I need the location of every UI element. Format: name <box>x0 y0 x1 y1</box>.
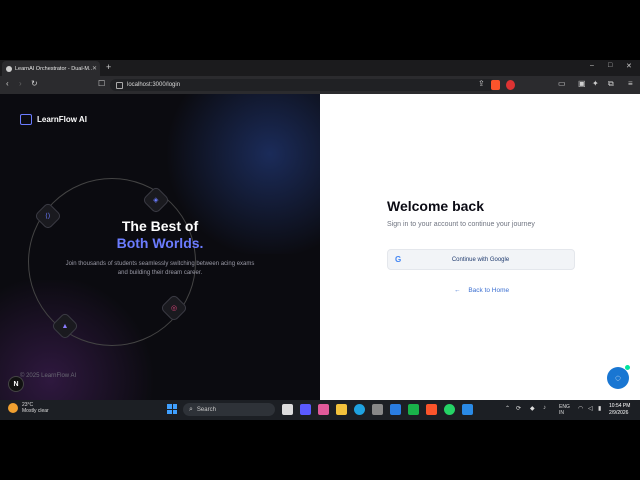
login-title: Welcome back <box>387 198 485 214</box>
url-text: localhost:3000/login <box>127 82 181 88</box>
hero-description: Join thousands of students seamlessly sw… <box>65 261 255 276</box>
reload-icon[interactable]: ↻ <box>31 79 38 88</box>
language-indicator[interactable]: ENG IN <box>559 404 570 416</box>
headline-line1: The Best of <box>121 218 199 234</box>
start-button[interactable] <box>167 404 177 414</box>
brave-shields-icon[interactable] <box>491 80 500 90</box>
settings-icon[interactable] <box>372 404 383 415</box>
login-panel: Welcome back Sign in to your account to … <box>320 94 640 400</box>
weather-widget[interactable]: 23°C Mostly clear <box>8 402 49 414</box>
forward-icon[interactable]: › <box>19 79 22 88</box>
copyright-text: © 2025 LearnFlow AI <box>20 373 77 379</box>
leo-icon[interactable]: ✦ <box>592 79 599 88</box>
hero-panel: LearnFlow AI ⟨⟩ ◈ ◎ ▲ The Best of Both W… <box>0 94 320 400</box>
file-explorer-icon[interactable] <box>336 404 347 415</box>
brave-taskbar-icon[interactable] <box>426 404 437 415</box>
edge-icon[interactable] <box>354 404 365 415</box>
robot-icon <box>20 114 32 125</box>
chat-online-dot <box>625 365 630 370</box>
menu-icon[interactable]: ≡ <box>628 79 633 88</box>
address-bar[interactable]: localhost:3000/login <box>110 79 496 91</box>
search-icon: ⌕ <box>189 405 193 413</box>
back-icon[interactable]: ‹ <box>6 79 9 88</box>
maximize-button[interactable]: □ <box>608 62 612 69</box>
taskbar-search[interactable]: ⌕ Search <box>183 403 275 416</box>
search-label: Search <box>196 406 216 413</box>
weather-desc: Mostly clear <box>22 408 49 414</box>
wifi-icon[interactable]: ◠ <box>578 405 583 412</box>
new-tab-button[interactable]: + <box>106 62 111 72</box>
tray-app-icon[interactable]: ◆ <box>530 405 535 412</box>
google-icon: G <box>395 255 402 264</box>
back-to-home-link[interactable]: ← Back to Home <box>454 287 509 294</box>
browser-chrome: LearnAI Orchestrator - Dual-M... ✕ + – □… <box>0 60 640 94</box>
minimize-button[interactable]: – <box>590 62 594 69</box>
vscode-icon[interactable] <box>462 404 473 415</box>
system-clock[interactable]: 10:54 PM 2/9/2026 <box>609 403 630 417</box>
store-icon[interactable] <box>390 404 401 415</box>
clock-date: 2/9/2026 <box>609 410 629 416</box>
weather-moon-icon <box>8 403 18 413</box>
favicon-icon <box>6 65 12 72</box>
google-signin-label: Continue with Google <box>451 256 510 263</box>
headline-line2: Both Worlds. <box>116 235 204 251</box>
xbox-icon[interactable] <box>408 404 419 415</box>
clock-time: 10:54 PM <box>609 403 631 409</box>
chat-button[interactable]: ◌ <box>607 367 629 389</box>
tray-expand-icon[interactable]: ⌃ <box>505 405 510 412</box>
brand-name: LearnFlow AI <box>37 115 87 124</box>
extensions-icon[interactable]: ⧉ <box>608 79 614 89</box>
share-icon[interactable]: ⇪ <box>478 79 485 88</box>
tab-strip: LearnAI Orchestrator - Dual-M... ✕ + – □… <box>0 60 640 76</box>
back-to-home-label: Back to Home <box>468 287 510 294</box>
letterbox-top <box>0 0 640 60</box>
site-info-icon[interactable] <box>116 81 123 89</box>
close-window-button[interactable]: ✕ <box>626 62 632 70</box>
letterbox-bottom <box>0 420 640 480</box>
nav-toolbar: ‹ › ↻ ☐ localhost:3000/login ⇪ ▭ ▣ ✦ ⧉ ≡ <box>0 76 640 94</box>
battery-icon[interactable]: ▮ <box>598 405 601 412</box>
tray-sync-icon[interactable]: ⟳ <box>516 405 521 412</box>
language-line2: IN <box>559 410 564 416</box>
login-subtitle: Sign in to your account to continue your… <box>387 221 535 228</box>
hero-headline: The Best of Both Worlds. <box>60 218 260 252</box>
tab-close-icon[interactable]: ✕ <box>92 65 97 72</box>
microphone-icon[interactable]: ♪ <box>543 405 546 411</box>
windows-taskbar: 23°C Mostly clear ⌕ Search ⌃ ⟳ ◆ ♪ ENG I… <box>0 400 640 420</box>
brave-rewards-icon[interactable] <box>506 80 515 90</box>
wallet-icon[interactable]: ▣ <box>578 79 586 88</box>
bookmark-icon[interactable]: ☐ <box>98 79 105 88</box>
teams-icon[interactable] <box>300 404 311 415</box>
tab-title: LearnAI Orchestrator - Dual-M... <box>15 65 92 72</box>
whatsapp-icon[interactable] <box>444 404 455 415</box>
copilot-icon[interactable] <box>318 404 329 415</box>
brand-logo[interactable]: LearnFlow AI <box>20 114 87 125</box>
chat-bubble-icon: ◌ <box>615 372 621 384</box>
volume-icon[interactable]: ◁ <box>588 405 593 412</box>
nextjs-dev-badge[interactable]: N <box>8 376 24 392</box>
arrow-left-icon: ← <box>454 287 461 294</box>
sidebar-icon[interactable]: ▭ <box>558 79 566 88</box>
tab-active[interactable]: LearnAI Orchestrator - Dual-M... ✕ <box>2 61 100 76</box>
google-signin-button[interactable]: G Continue with Google <box>387 249 575 270</box>
task-view-icon[interactable] <box>282 404 293 415</box>
